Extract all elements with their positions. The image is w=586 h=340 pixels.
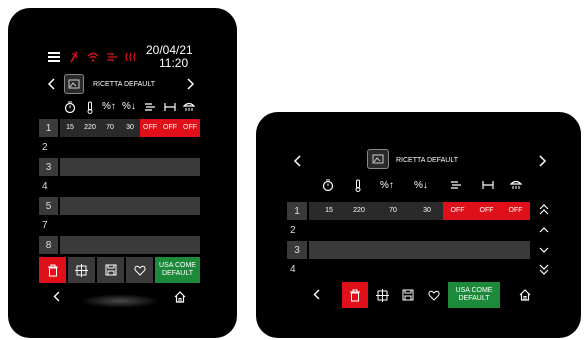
- scroll-down-button[interactable]: [537, 243, 551, 257]
- step-number[interactable]: 4: [287, 261, 310, 277]
- step-number[interactable]: 1: [287, 202, 307, 220]
- use-as-default-button[interactable]: USA COME DEFAULT: [448, 282, 500, 308]
- cell-interval: OFF: [472, 202, 501, 220]
- next-recipe-button[interactable]: [536, 153, 550, 169]
- heat-status-icon: [124, 50, 138, 64]
- cell-hum-down: 30: [423, 207, 431, 214]
- cell-hum-up: 70: [106, 124, 114, 131]
- table-row[interactable]: 15 220 70 30 OFF OFF OFF: [309, 202, 530, 220]
- table-row[interactable]: [60, 197, 200, 215]
- delete-button[interactable]: [342, 282, 368, 308]
- next-recipe-button[interactable]: [184, 76, 198, 92]
- table-row[interactable]: 15 220 70 30 OFF OFF OFF: [60, 119, 200, 137]
- humidity-up-icon: %↑: [380, 180, 394, 191]
- cell-shower: OFF: [501, 202, 530, 220]
- bottom-glow: [80, 294, 160, 308]
- scroll-up-button[interactable]: [537, 222, 551, 236]
- humidity-up-icon: %↑: [102, 101, 116, 112]
- step-number[interactable]: 8: [39, 236, 58, 254]
- thermometer-icon: [84, 100, 96, 114]
- fan-icon: [143, 101, 157, 113]
- save-icon: [402, 289, 414, 301]
- step-number[interactable]: 7: [39, 217, 61, 233]
- interval-icon: [163, 101, 177, 113]
- recipe-image-icon[interactable]: [64, 74, 84, 94]
- favorite-button[interactable]: [422, 282, 446, 308]
- prev-recipe-button[interactable]: [44, 76, 58, 92]
- step-number[interactable]: 5: [39, 197, 58, 215]
- heart-icon: [428, 290, 440, 301]
- humidity-down-icon: %↓: [122, 101, 136, 112]
- step-number[interactable]: 2: [39, 139, 61, 155]
- step-number[interactable]: 3: [39, 158, 58, 176]
- save-button[interactable]: [396, 282, 420, 308]
- use-as-default-label-line2: DEFAULT: [162, 270, 193, 277]
- cell-fan: OFF: [443, 202, 472, 220]
- cell-shower: OFF: [180, 119, 200, 137]
- portrait-screen: 20/04/21 11:20 RICETTA DEFAULT %↑ %↓ 1 1…: [8, 8, 237, 338]
- interval-icon: [481, 179, 495, 191]
- no-signal-icon: [68, 50, 80, 64]
- add-step-icon: [75, 263, 88, 277]
- use-as-default-label-line1: USA COME: [455, 287, 493, 294]
- wifi-icon: [86, 50, 100, 64]
- scroll-bottom-button[interactable]: [537, 262, 551, 278]
- cell-temp: 220: [353, 207, 365, 214]
- prev-recipe-button[interactable]: [290, 153, 304, 169]
- status-date: 20/04/21: [146, 43, 193, 57]
- favorite-button[interactable]: [126, 257, 153, 283]
- humidity-down-icon: %↓: [414, 180, 428, 191]
- step-number[interactable]: 3: [287, 241, 307, 259]
- save-icon: [105, 264, 116, 276]
- back-button[interactable]: [310, 287, 322, 301]
- recipe-name[interactable]: RICETTA DEFAULT: [396, 157, 458, 164]
- home-button[interactable]: [173, 290, 187, 304]
- table-row[interactable]: [309, 241, 530, 259]
- use-as-default-label-line2: DEFAULT: [458, 295, 490, 302]
- landscape-screen: RICETTA DEFAULT %↑ %↓ 1 15 220 70 30 OFF…: [256, 112, 581, 338]
- cell-fan: OFF: [140, 119, 160, 137]
- cell-hum-down: 30: [126, 124, 134, 131]
- save-button[interactable]: [97, 257, 124, 283]
- add-step-icon: [375, 288, 389, 302]
- shower-icon: [509, 179, 523, 191]
- back-button[interactable]: [50, 289, 62, 303]
- table-row[interactable]: [60, 158, 200, 176]
- shower-icon: [182, 101, 196, 113]
- recipe-image-icon[interactable]: [367, 149, 389, 169]
- thermometer-icon: [352, 178, 364, 192]
- step-number[interactable]: 1: [39, 119, 58, 137]
- fan-status-icon: [105, 50, 119, 64]
- menu-icon[interactable]: [47, 51, 61, 63]
- add-step-button[interactable]: [370, 282, 394, 308]
- home-icon: [174, 291, 186, 303]
- trash-icon: [350, 289, 360, 301]
- timer-icon: [321, 178, 335, 192]
- delete-button[interactable]: [39, 257, 66, 283]
- scroll-top-button[interactable]: [537, 201, 551, 217]
- cell-time: 15: [66, 124, 74, 131]
- table-row[interactable]: [60, 236, 200, 254]
- fan-icon: [449, 179, 463, 191]
- cell-hum-up: 70: [389, 207, 397, 214]
- status-time: 11:20: [159, 56, 189, 70]
- cell-time: 15: [325, 207, 333, 214]
- step-number[interactable]: 4: [39, 178, 61, 194]
- timer-icon: [63, 100, 77, 114]
- recipe-name[interactable]: RICETTA DEFAULT: [93, 81, 155, 88]
- use-as-default-label-line1: USA COME: [159, 262, 196, 269]
- trash-icon: [47, 264, 58, 276]
- step-number[interactable]: 2: [287, 222, 310, 238]
- add-step-button[interactable]: [68, 257, 95, 283]
- cell-temp: 220: [84, 124, 96, 131]
- use-as-default-button[interactable]: USA COME DEFAULT: [155, 257, 200, 283]
- home-button[interactable]: [518, 288, 532, 302]
- cell-interval: OFF: [160, 119, 180, 137]
- heart-icon: [133, 265, 146, 276]
- home-icon: [519, 289, 531, 301]
